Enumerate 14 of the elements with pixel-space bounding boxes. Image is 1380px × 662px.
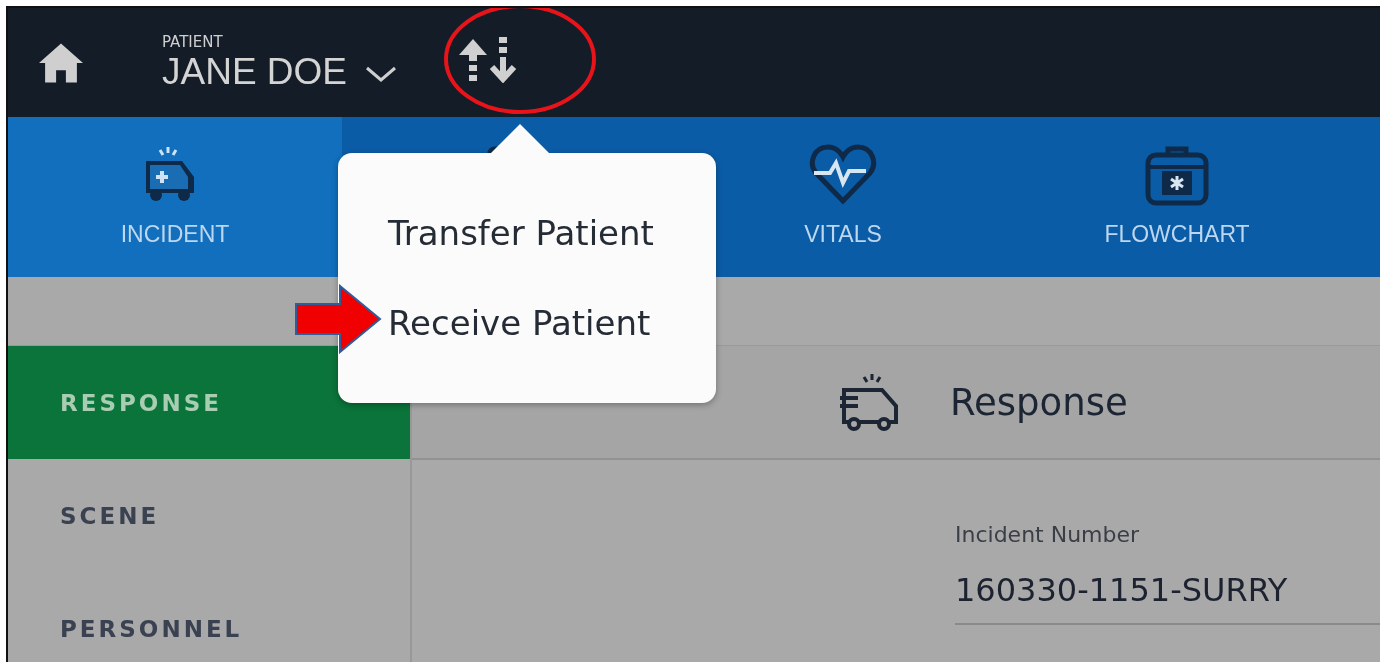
sidebar-item[interactable]: RESPONSE — [8, 346, 410, 459]
nav-tab[interactable]: INCIDENT — [8, 117, 342, 277]
tab-label: VITALS — [804, 221, 882, 248]
nav-tab[interactable]: FLOWCHART — [1010, 117, 1344, 277]
patient-label: PATIENT — [162, 32, 224, 51]
incident-number-field[interactable]: 160330-1151-SURRY — [955, 571, 1380, 609]
sidebar-item[interactable]: SCENE — [8, 459, 410, 572]
heart-pulse-icon — [808, 143, 878, 207]
field-label: Incident Number — [955, 522, 1141, 547]
tab-label: INCIDENT — [120, 221, 230, 248]
sidebar-item[interactable]: PERSONNEL — [8, 572, 410, 662]
tab-label: FLOWCHART — [1104, 221, 1250, 248]
patient-name[interactable]: JANE DOE — [162, 50, 348, 93]
section-title: Response — [950, 380, 1128, 424]
